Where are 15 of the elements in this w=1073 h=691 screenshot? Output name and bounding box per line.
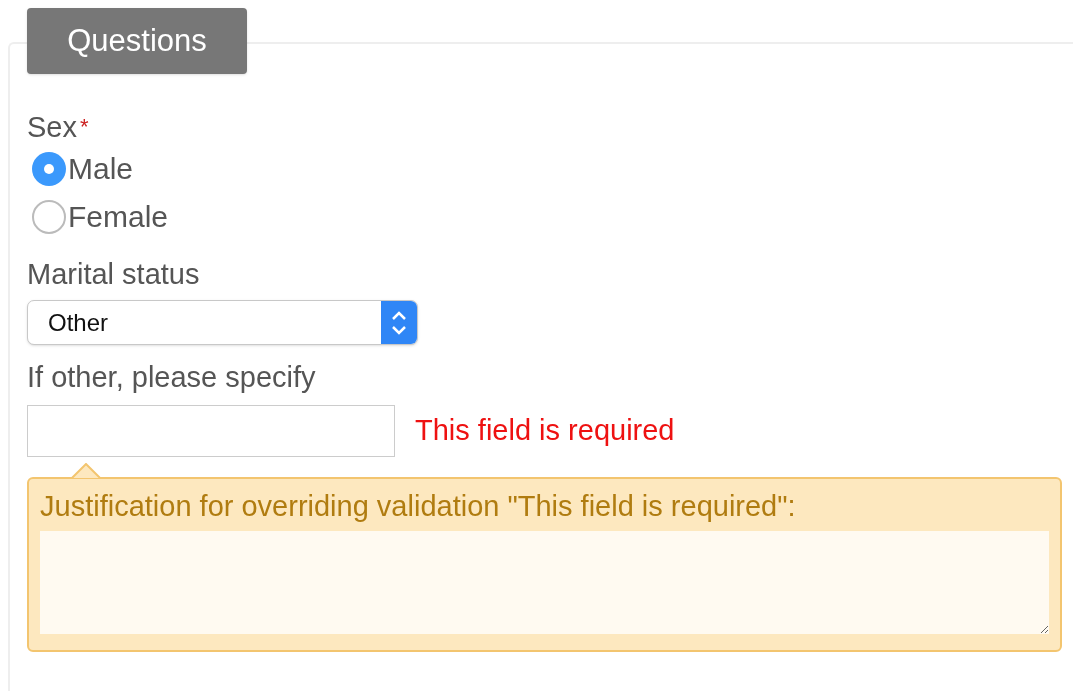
radio-button[interactable] [32,200,66,234]
field-label: Marital status [27,257,201,292]
specify-input-field[interactable] [27,405,395,457]
section-legend: Questions [27,8,247,74]
radio-button[interactable] [32,152,66,186]
justification-textarea[interactable] [40,531,1049,634]
field-label: If other, please specify [27,360,317,395]
error-message: This field is required [415,413,675,449]
required-mark: * [80,113,89,141]
field-label: Sex [27,110,77,144]
marital-status-select[interactable]: Other [27,300,418,345]
radio-option[interactable]: Male [32,150,1073,188]
radio-option[interactable]: Female [32,198,1073,236]
justification-label: Justification for overriding validation "This field is required": [40,489,797,523]
stepper-icon [381,301,417,344]
